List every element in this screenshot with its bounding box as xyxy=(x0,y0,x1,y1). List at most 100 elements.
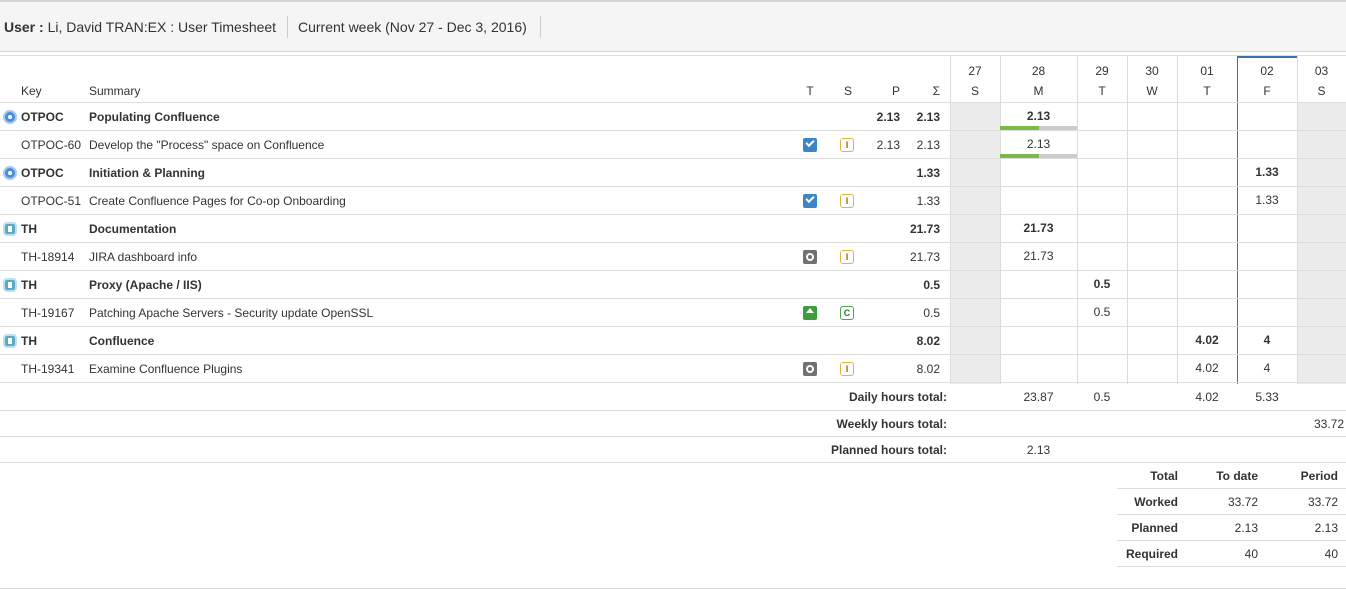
day-header-weekday: S xyxy=(970,84,979,98)
day-hours-cell[interactable]: 2.13 xyxy=(1000,109,1077,123)
row-divider xyxy=(0,354,1346,355)
day-column-divider xyxy=(1000,56,1001,384)
column-header-type[interactable]: T xyxy=(800,84,820,98)
column-header-total[interactable]: Σ xyxy=(920,84,940,98)
project-key[interactable]: TH xyxy=(21,278,37,292)
day-hours-cell[interactable]: 1.33 xyxy=(1237,165,1297,179)
column-header-summary[interactable]: Summary xyxy=(89,84,140,98)
day-header-weekday: W xyxy=(1146,84,1158,98)
summary-header-total: Total xyxy=(1150,469,1178,483)
day-header-number[interactable]: 28 xyxy=(1000,64,1077,78)
day-hours-cell[interactable]: 0.5 xyxy=(1077,305,1127,319)
day-hours-cell[interactable]: 0.5 xyxy=(1077,277,1127,291)
day-column-divider xyxy=(1297,56,1298,384)
status-badge: I xyxy=(840,362,854,376)
weekend-column-shade xyxy=(950,103,1000,384)
status-badge: I xyxy=(840,194,854,208)
summary-period-value: 40 xyxy=(1324,547,1338,561)
subtask-icon xyxy=(803,250,817,264)
issue-summary[interactable]: JIRA dashboard info xyxy=(89,250,197,264)
column-header-key[interactable]: Key xyxy=(21,84,42,98)
component-summary[interactable]: Populating Confluence xyxy=(89,110,220,124)
day-hours-cell[interactable]: 21.73 xyxy=(1000,221,1077,235)
row-divider xyxy=(0,214,1346,215)
project-key[interactable]: TH xyxy=(21,222,37,236)
day-hours-cell[interactable]: 4.02 xyxy=(1177,361,1237,375)
issue-key[interactable]: TH-19167 xyxy=(21,306,74,320)
otpoc-project-icon xyxy=(3,166,17,180)
component-summary[interactable]: Proxy (Apache / IIS) xyxy=(89,278,202,292)
summary-header-period: Period xyxy=(1300,469,1338,483)
weekly-hours-total-label: Weekly hours total: xyxy=(836,417,947,431)
subtask-icon xyxy=(803,362,817,376)
day-hours-cell[interactable]: 4.02 xyxy=(1177,333,1237,347)
issue-key[interactable]: TH-18914 xyxy=(21,250,74,264)
summary-period-value: 2.13 xyxy=(1314,521,1338,535)
component-summary[interactable]: Initiation & Planning xyxy=(89,166,205,180)
day-hours-cell[interactable]: 1.33 xyxy=(1237,193,1297,207)
day-header-weekday: T xyxy=(1203,84,1211,98)
improvement-icon xyxy=(803,306,817,320)
status-badge: C xyxy=(840,306,854,320)
timesheet-header-bar: User : Li, David TRAN:EX : User Timeshee… xyxy=(0,0,1346,52)
summary-header-to-date: To date xyxy=(1216,469,1258,483)
day-header-number[interactable]: 27 xyxy=(950,64,1000,78)
day-header-number[interactable]: 29 xyxy=(1077,64,1127,78)
period-selector[interactable]: Current week (Nov 27 - Dec 3, 2016) xyxy=(298,18,527,36)
day-hours-cell[interactable]: 4 xyxy=(1237,361,1297,375)
summary-divider xyxy=(1117,566,1346,567)
project-key[interactable]: OTPOC xyxy=(21,166,64,180)
row-total-value: 8.02 xyxy=(916,334,940,348)
day-hours-cell[interactable]: 21.73 xyxy=(1000,249,1077,263)
row-divider xyxy=(0,270,1346,271)
day-header-weekday: F xyxy=(1263,84,1271,98)
day-header-number[interactable]: 03 xyxy=(1297,64,1346,78)
row-divider xyxy=(0,462,1346,463)
column-header-planned[interactable]: P xyxy=(880,84,900,98)
issue-key[interactable]: TH-19341 xyxy=(21,362,74,376)
daily-hours-total-value: 0.5 xyxy=(1093,390,1111,404)
crumb-divider xyxy=(287,16,288,38)
component-summary[interactable]: Confluence xyxy=(89,334,154,348)
row-divider xyxy=(0,326,1346,327)
day-header-number[interactable]: 01 xyxy=(1177,64,1237,78)
th-project-icon xyxy=(3,278,17,292)
task-checkbox-icon xyxy=(803,194,817,208)
row-total-value: 1.33 xyxy=(916,166,940,180)
day-column-divider xyxy=(950,56,951,384)
project-key[interactable]: OTPOC xyxy=(21,110,64,124)
weekend-column-shade xyxy=(1297,103,1346,384)
row-total-value: 0.5 xyxy=(923,306,940,320)
summary-period-value: 33.72 xyxy=(1307,495,1338,509)
day-header-weekday: S xyxy=(1317,84,1326,98)
issue-key[interactable]: OTPOC-51 xyxy=(21,194,81,208)
row-total-value: 2.13 xyxy=(916,110,940,124)
day-header-number[interactable]: 30 xyxy=(1127,64,1177,78)
day-header-weekday: M xyxy=(1033,84,1044,98)
issue-summary[interactable]: Develop the "Process" space on Confluenc… xyxy=(89,138,324,152)
column-header-status[interactable]: S xyxy=(838,84,858,98)
summary-divider xyxy=(1117,488,1346,489)
issue-key[interactable]: OTPOC-60 xyxy=(21,138,81,152)
row-divider xyxy=(0,436,1346,437)
summary-row-label: Worked xyxy=(1134,495,1178,509)
daily-hours-total-value: 23.87 xyxy=(1023,390,1054,404)
row-total-value: 0.5 xyxy=(923,278,940,292)
planned-value: 2.13 xyxy=(876,138,900,152)
summary-divider xyxy=(1117,514,1346,515)
component-summary[interactable]: Documentation xyxy=(89,222,176,236)
issue-summary[interactable]: Create Confluence Pages for Co-op Onboar… xyxy=(89,194,346,208)
project-key[interactable]: TH xyxy=(21,334,37,348)
user-crumb[interactable]: User : Li, David TRAN:EX : User Timeshee… xyxy=(4,18,276,36)
day-header-number[interactable]: 02 xyxy=(1237,64,1297,78)
row-divider xyxy=(0,158,1346,159)
day-column-divider xyxy=(1077,56,1078,384)
day-hours-cell[interactable]: 2.13 xyxy=(1000,137,1077,151)
row-total-value: 21.73 xyxy=(909,250,940,264)
crumb-divider xyxy=(540,16,541,38)
issue-summary[interactable]: Patching Apache Servers - Security updat… xyxy=(89,306,373,320)
day-hours-cell[interactable]: 4 xyxy=(1237,333,1297,347)
issue-summary[interactable]: Examine Confluence Plugins xyxy=(89,362,242,376)
row-divider xyxy=(0,186,1346,187)
summary-to-date-value: 40 xyxy=(1244,547,1258,561)
